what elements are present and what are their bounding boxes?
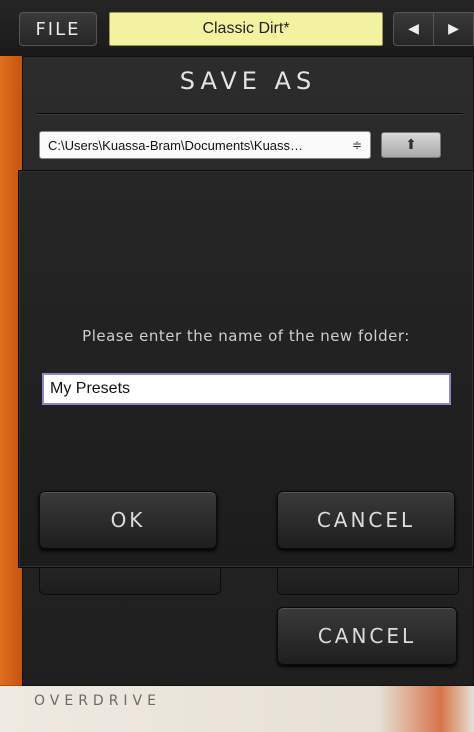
dialog-title: SAVE AS bbox=[179, 67, 317, 95]
triangle-left-icon: ◀ bbox=[408, 21, 419, 37]
new-folder-prompt: Please enter the name of the new folder: bbox=[82, 327, 410, 345]
parent-folder-button[interactable]: ⬆ bbox=[381, 132, 441, 158]
preset-name-display[interactable]: Classic Dirt* bbox=[109, 12, 383, 46]
new-folder-dialog: Please enter the name of the new folder:… bbox=[18, 170, 474, 568]
cancel-button[interactable]: CANCEL bbox=[277, 491, 455, 549]
title-divider bbox=[37, 113, 463, 114]
folder-name-input[interactable] bbox=[42, 373, 451, 405]
folder-path-select[interactable]: C:\Users\Kuassa-Bram\Documents\Kuass… ≑ bbox=[39, 131, 371, 159]
next-preset-button[interactable]: ▶ bbox=[433, 13, 473, 45]
ok-button[interactable]: OK bbox=[39, 491, 217, 549]
save-as-cancel-button[interactable]: CANCEL bbox=[277, 607, 457, 665]
up-arrow-icon: ⬆ bbox=[405, 137, 417, 153]
preset-nav: ◀ ▶ bbox=[393, 12, 474, 46]
previous-preset-button[interactable]: ◀ bbox=[394, 13, 433, 45]
triangle-right-icon: ▶ bbox=[448, 21, 459, 37]
select-arrows-icon: ≑ bbox=[351, 138, 362, 152]
top-bar: FILE Classic Dirt* ◀ ▶ bbox=[0, 0, 474, 56]
plugin-brand-text: OVERDRIVE bbox=[34, 693, 161, 709]
folder-path-text: C:\Users\Kuassa-Bram\Documents\Kuass… bbox=[48, 137, 304, 153]
file-button[interactable]: FILE bbox=[19, 12, 97, 46]
